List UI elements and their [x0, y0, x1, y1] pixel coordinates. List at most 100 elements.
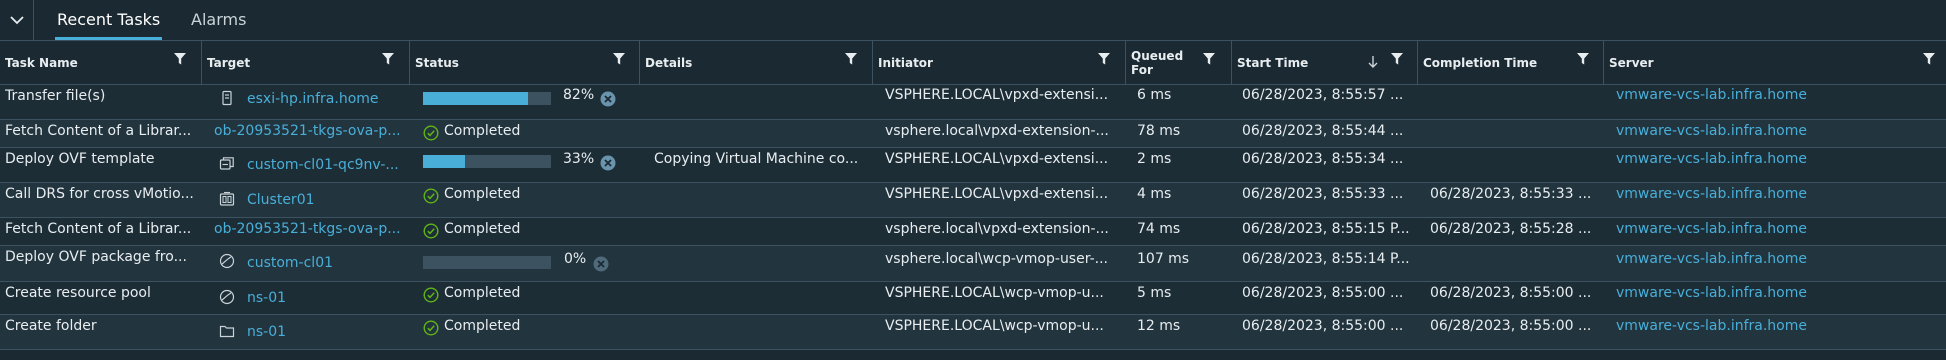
column-target[interactable]: Target — [202, 41, 410, 84]
start-time: 06/28/2023, 8:55:00 ... — [1242, 318, 1404, 334]
progress-percent: 0% — [564, 251, 587, 267]
filter-icon[interactable] — [173, 52, 187, 66]
filter-icon[interactable] — [1202, 52, 1216, 66]
tab-recent-tasks[interactable]: Recent Tasks — [54, 0, 163, 40]
completion-time: 06/28/2023, 8:55:00 ... — [1430, 285, 1592, 301]
server-link[interactable]: vmware-vcs-lab.infra.home — [1616, 251, 1807, 267]
server-link[interactable]: vmware-vcs-lab.infra.home — [1616, 221, 1807, 237]
cancel-task-icon[interactable] — [600, 91, 616, 107]
task-name: Call DRS for cross vMotio... — [5, 186, 194, 202]
start-time: 06/28/2023, 8:55:14 P... — [1242, 251, 1410, 267]
server-link[interactable]: vmware-vcs-lab.infra.home — [1616, 87, 1807, 103]
filter-icon[interactable] — [1390, 52, 1404, 66]
filter-icon[interactable] — [1922, 52, 1936, 66]
status-text: Completed — [444, 186, 521, 202]
progress-bar — [423, 256, 551, 269]
filter-icon[interactable] — [1097, 52, 1111, 66]
sort-descending-icon[interactable] — [1367, 55, 1379, 69]
table-row[interactable]: Transfer file(s) esxi-hp.infra.home 82% … — [0, 85, 1946, 120]
table-row[interactable]: Create resource pool ns-01 Completed VSP… — [0, 282, 1946, 315]
panel-footer — [0, 350, 1946, 360]
column-label: Task Name — [5, 55, 78, 70]
table-row[interactable]: Create folder ns-01 Completed VSPHERE.LO… — [0, 315, 1946, 350]
task-name: Fetch Content of a Librar... — [5, 221, 192, 237]
column-task-name[interactable]: Task Name — [0, 41, 202, 84]
status-text: Completed — [444, 123, 521, 139]
tab-alarms[interactable]: Alarms — [191, 0, 246, 40]
cancel-task-icon[interactable] — [600, 155, 616, 171]
table-row[interactable]: Call DRS for cross vMotio... Cluster01 C… — [0, 183, 1946, 218]
queued-for: 4 ms — [1137, 186, 1172, 202]
column-label: Details — [645, 55, 693, 70]
initiator: VSPHERE.LOCAL\wcp-vmop-u... — [885, 318, 1104, 334]
column-label: Status — [415, 55, 459, 70]
table-row[interactable]: Deploy OVF template custom-cl01-qc9nv-..… — [0, 148, 1946, 183]
task-name: Create resource pool — [5, 285, 151, 301]
completion-time: 06/28/2023, 8:55:28 ... — [1430, 221, 1592, 237]
progress-fill — [423, 92, 528, 105]
progress-bar — [423, 92, 551, 105]
filter-icon[interactable] — [844, 52, 858, 66]
server-link[interactable]: vmware-vcs-lab.infra.home — [1616, 285, 1807, 301]
initiator: vsphere.local\vpxd-extension-... — [885, 221, 1109, 237]
completion-time: 06/28/2023, 8:55:00 ... — [1430, 318, 1592, 334]
server-link[interactable]: vmware-vcs-lab.infra.home — [1616, 318, 1807, 334]
column-queued-for[interactable]: Queued For — [1126, 41, 1232, 84]
cancel-task-icon[interactable] — [593, 256, 609, 272]
column-status[interactable]: Status — [410, 41, 640, 84]
task-name: Fetch Content of a Librar... — [5, 123, 192, 139]
task-name: Deploy OVF package fro... — [5, 249, 187, 265]
target-link[interactable]: ns-01 — [247, 324, 286, 340]
start-time: 06/28/2023, 8:55:00 ... — [1242, 285, 1404, 301]
column-details[interactable]: Details — [640, 41, 873, 84]
target-link[interactable]: ns-01 — [247, 290, 286, 306]
server-link[interactable]: vmware-vcs-lab.infra.home — [1616, 151, 1807, 167]
column-label-line: For — [1131, 62, 1153, 77]
target-link[interactable]: custom-cl01 — [247, 255, 333, 271]
queued-for: 5 ms — [1137, 285, 1172, 301]
status-text: Completed — [444, 221, 521, 237]
vm-icon — [219, 157, 234, 170]
target-link[interactable]: Cluster01 — [247, 192, 315, 208]
folder-icon — [219, 325, 235, 338]
target-link[interactable]: custom-cl01-qc9nv-... — [247, 157, 399, 173]
check-circle-icon — [423, 188, 439, 204]
host-icon — [222, 90, 232, 106]
column-initiator[interactable]: Initiator — [873, 41, 1126, 84]
filter-icon[interactable] — [381, 52, 395, 66]
table-row[interactable]: Fetch Content of a Librar... ob-20953521… — [0, 120, 1946, 148]
status-text: Completed — [444, 318, 521, 334]
initiator: vsphere.local\wcp-vmop-user-... — [885, 251, 1108, 267]
completion-time: 06/28/2023, 8:55:33 ... — [1430, 186, 1592, 202]
column-server[interactable]: Server — [1604, 41, 1946, 84]
server-link[interactable]: vmware-vcs-lab.infra.home — [1616, 123, 1807, 139]
check-circle-icon — [423, 320, 439, 336]
check-circle-icon — [423, 223, 439, 239]
target-link[interactable]: ob-20953521-tkgs-ova-p... — [214, 221, 401, 237]
tasks-panel-header: Recent Tasks Alarms — [0, 0, 1946, 41]
start-time: 06/28/2023, 8:55:57 ... — [1242, 87, 1404, 103]
task-name: Transfer file(s) — [5, 88, 106, 104]
check-circle-icon — [423, 125, 439, 141]
filter-icon[interactable] — [612, 52, 626, 66]
start-time: 06/28/2023, 8:55:44 ... — [1242, 123, 1404, 139]
start-time: 06/28/2023, 8:55:33 ... — [1242, 186, 1404, 202]
table-row[interactable]: Deploy OVF package fro... custom-cl01 0%… — [0, 246, 1946, 282]
cluster-icon — [219, 191, 235, 206]
progress-fill — [423, 155, 466, 168]
initiator: VSPHERE.LOCAL\wcp-vmop-u... — [885, 285, 1104, 301]
table-row[interactable]: Fetch Content of a Librar... ob-20953521… — [0, 218, 1946, 246]
initiator: VSPHERE.LOCAL\vpxd-extensi... — [885, 87, 1109, 103]
column-label: Server — [1609, 55, 1654, 70]
queued-for: 2 ms — [1137, 151, 1172, 167]
target-link[interactable]: esxi-hp.infra.home — [247, 91, 379, 107]
queued-for: 107 ms — [1137, 251, 1190, 267]
progress-percent: 82% — [563, 87, 595, 103]
initiator: VSPHERE.LOCAL\vpxd-extensi... — [885, 151, 1109, 167]
column-label: Completion Time — [1423, 55, 1538, 70]
collapse-panel-button[interactable] — [0, 0, 34, 40]
server-link[interactable]: vmware-vcs-lab.infra.home — [1616, 186, 1807, 202]
target-link[interactable]: ob-20953521-tkgs-ova-p... — [214, 123, 401, 139]
filter-icon[interactable] — [1576, 52, 1590, 66]
start-time: 06/28/2023, 8:55:34 ... — [1242, 151, 1404, 167]
